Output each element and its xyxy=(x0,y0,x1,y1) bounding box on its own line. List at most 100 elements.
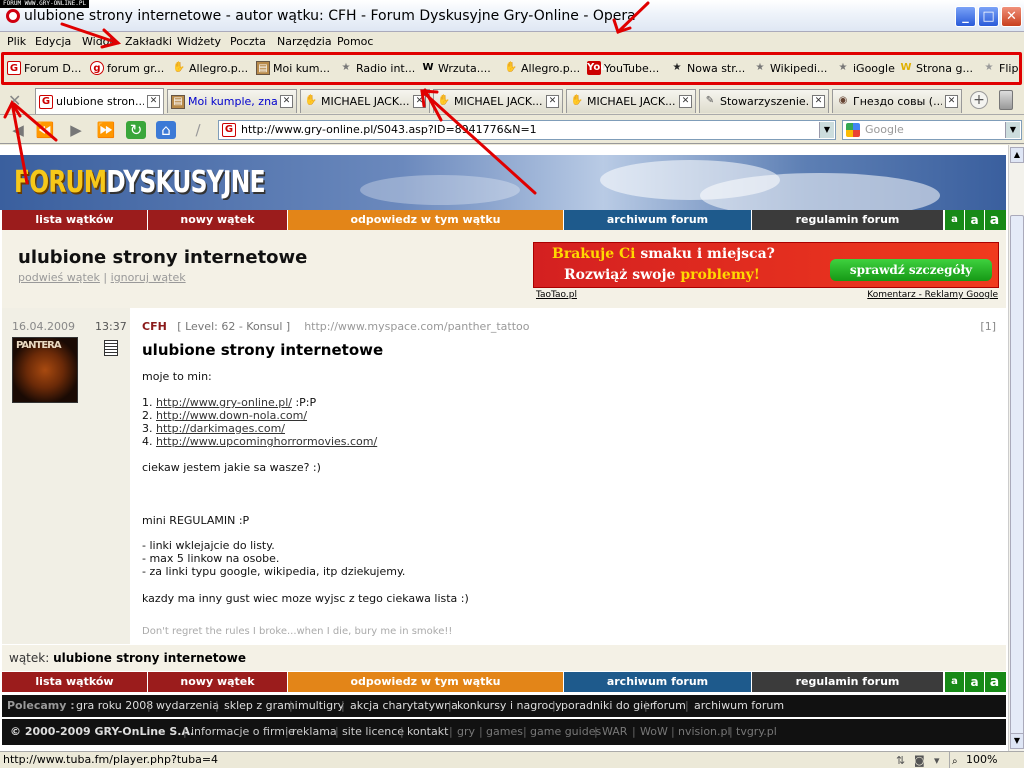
menu-narzedzia[interactable]: Narzędzia xyxy=(277,35,332,48)
font-size-small[interactable]: a xyxy=(944,672,964,692)
footer-link[interactable]: site licence xyxy=(342,719,404,745)
close-button[interactable]: ✕ xyxy=(1001,6,1022,27)
footer-link[interactable]: sklep z grami xyxy=(224,695,298,717)
menu-zakladki[interactable]: Zakładki xyxy=(125,35,172,48)
tab-moi-kumple[interactable]: ▤Moi kumple, zna...✕ xyxy=(167,89,297,113)
chevron-down-icon[interactable]: ▼ xyxy=(1005,122,1020,138)
forward-icon[interactable]: ▶ xyxy=(66,121,86,139)
nav-odpowiedz[interactable]: odpowiedz w tym wątku xyxy=(288,672,564,692)
minimize-button[interactable]: _ xyxy=(955,6,976,27)
document-icon[interactable] xyxy=(104,340,118,356)
wand-icon[interactable]: ∕ xyxy=(188,121,208,139)
zoom-control[interactable]: ⌕ 100% xyxy=(949,752,1021,768)
vertical-scrollbar[interactable]: ▲ ▼ xyxy=(1008,145,1024,751)
forum-logo[interactable]: FORUMDYSKUSYJNE xyxy=(14,167,266,199)
author-name[interactable]: CFH xyxy=(142,320,167,333)
footer-link[interactable]: forum xyxy=(653,695,686,717)
ad-button[interactable]: sprawdź szczegóły xyxy=(830,259,992,281)
footer-link[interactable]: WoW xyxy=(640,719,668,745)
footer-link[interactable]: game guides xyxy=(530,719,601,745)
footer-link[interactable]: wydarzenia xyxy=(156,695,219,717)
tab-michael-2[interactable]: ✋ MICHAEL JACK... ✕ xyxy=(433,89,563,113)
font-size-large[interactable]: a xyxy=(984,210,1004,230)
tab-gnezdo[interactable]: ◉ Гнездо совы (... ✕ xyxy=(832,89,962,113)
nav-lista-watkow[interactable]: lista wątków xyxy=(2,210,148,230)
footer-link[interactable]: archiwum forum xyxy=(694,695,784,717)
nav-nowy-watek[interactable]: nowy wątek xyxy=(148,672,288,692)
footer-link[interactable]: gra roku 2008 xyxy=(76,695,153,717)
tab-close-icon[interactable]: ✕ xyxy=(546,95,559,108)
menu-pomoc[interactable]: Pomoc xyxy=(337,35,373,48)
tab-close-icon[interactable]: ✕ xyxy=(413,95,426,108)
network-icon[interactable]: ⇅ xyxy=(896,753,905,768)
footer-link[interactable]: konkursy i nagrody xyxy=(457,695,562,717)
scroll-up-icon[interactable]: ▲ xyxy=(1010,147,1024,163)
ad-source-link[interactable]: TaoTao.pl xyxy=(536,290,577,300)
font-size-medium[interactable]: a xyxy=(964,672,984,692)
nav-archiwum[interactable]: archiwum forum xyxy=(564,210,752,230)
tab-close-icon[interactable]: ✕ xyxy=(147,95,160,108)
menu-edycja[interactable]: Edycja xyxy=(35,35,71,48)
footer-link[interactable]: akcja charytatywna xyxy=(350,695,458,717)
post-number[interactable]: [1] xyxy=(980,320,996,333)
chevron-down-icon[interactable]: ▼ xyxy=(819,122,834,138)
menu-poczta[interactable]: Poczta xyxy=(230,35,266,48)
tab-ulubione[interactable]: Gulubione stron... ✕ xyxy=(35,88,164,114)
menu-widok[interactable]: Widok xyxy=(82,35,116,48)
tab-michael-3[interactable]: ✋ MICHAEL JACK... ✕ xyxy=(566,89,696,113)
opera-icon[interactable] xyxy=(6,9,20,23)
maximize-button[interactable]: □ xyxy=(978,6,999,27)
font-size-small[interactable]: a xyxy=(944,210,964,230)
fast-forward-icon[interactable]: ⏩ xyxy=(96,121,116,139)
footer-link[interactable]: kontakt xyxy=(407,719,448,745)
back-icon[interactable]: ◀ xyxy=(8,121,28,139)
footer-link[interactable]: informacje o firmie xyxy=(191,719,295,745)
trash-icon[interactable] xyxy=(999,90,1013,110)
footer-link[interactable]: multigry xyxy=(298,695,344,717)
tab-stowarzyszenie[interactable]: ✎ Stowarzyszenie... ✕ xyxy=(699,89,829,113)
nav-archiwum[interactable]: archiwum forum xyxy=(564,672,752,692)
rewind-icon[interactable]: ⏪ xyxy=(35,121,55,139)
footer-link[interactable]: WAR xyxy=(602,719,627,745)
footer-link[interactable]: gry xyxy=(457,719,475,745)
nav-odpowiedz[interactable]: odpowiedz w tym wątku xyxy=(288,210,564,230)
google-ads-link[interactable]: Komentarz - Reklamy Google xyxy=(867,290,998,300)
font-size-medium[interactable]: a xyxy=(964,210,984,230)
footer-link[interactable]: games xyxy=(486,719,523,745)
nav-regulamin[interactable]: regulamin forum xyxy=(752,210,944,230)
new-tab-icon[interactable]: + xyxy=(970,91,988,109)
avatar[interactable]: PANTERA xyxy=(12,337,78,403)
footer-link[interactable]: tvgry.pl xyxy=(736,719,777,745)
tab-michael-1[interactable]: ✋ MICHAEL JACK... ✕ xyxy=(300,89,430,113)
menu-plik[interactable]: Plik xyxy=(7,35,26,48)
nav-regulamin[interactable]: regulamin forum xyxy=(752,672,944,692)
nav-lista-watkow[interactable]: lista wątków xyxy=(2,672,148,692)
menu-widzety[interactable]: Widżety xyxy=(177,35,221,48)
footer-link[interactable]: poradniki do gier xyxy=(561,695,654,717)
home-icon[interactable]: ⌂ xyxy=(156,121,176,139)
link-down-nola[interactable]: http://www.down-nola.com/ xyxy=(156,409,307,422)
ad-banner[interactable]: Brakuje Ci smaku i miejsca? Rozwiąż swoj… xyxy=(533,242,999,288)
closed-tabs-icon[interactable]: ✕ xyxy=(8,91,21,110)
font-size-large[interactable]: a xyxy=(984,672,1004,692)
tab-close-icon[interactable]: ✕ xyxy=(280,95,293,108)
reload-icon[interactable]: ↻ xyxy=(126,121,146,139)
scroll-thumb[interactable] xyxy=(1010,215,1024,735)
footer-link[interactable]: nvision.pl xyxy=(678,719,731,745)
follow-thread-link[interactable]: podwieś wątek xyxy=(18,271,100,284)
chevron-down-icon[interactable]: ▾ xyxy=(934,753,940,768)
link-darkimages[interactable]: http://darkimages.com/ xyxy=(156,422,285,435)
tab-close-icon[interactable]: ✕ xyxy=(945,95,958,108)
ignore-thread-link[interactable]: ignoruj wątek xyxy=(111,271,186,284)
nav-nowy-watek[interactable]: nowy wątek xyxy=(148,210,288,230)
tab-close-icon[interactable]: ✕ xyxy=(679,95,692,108)
link-gry-online[interactable]: http://www.gry-online.pl/ xyxy=(156,396,292,409)
link-upcominghorror[interactable]: http://www.upcominghorrormovies.com/ xyxy=(156,435,377,448)
footer-link[interactable]: reklama xyxy=(292,719,337,745)
search-field[interactable]: Google ▼ xyxy=(842,120,1022,140)
author-url[interactable]: http://www.myspace.com/panther_tattoo xyxy=(304,320,529,333)
address-bar[interactable]: G http://www.gry-online.pl/S043.asp?ID=8… xyxy=(218,120,836,140)
camera-icon[interactable]: ◙ xyxy=(914,753,925,768)
scroll-down-icon[interactable]: ▼ xyxy=(1010,733,1024,749)
tab-close-icon[interactable]: ✕ xyxy=(812,95,825,108)
